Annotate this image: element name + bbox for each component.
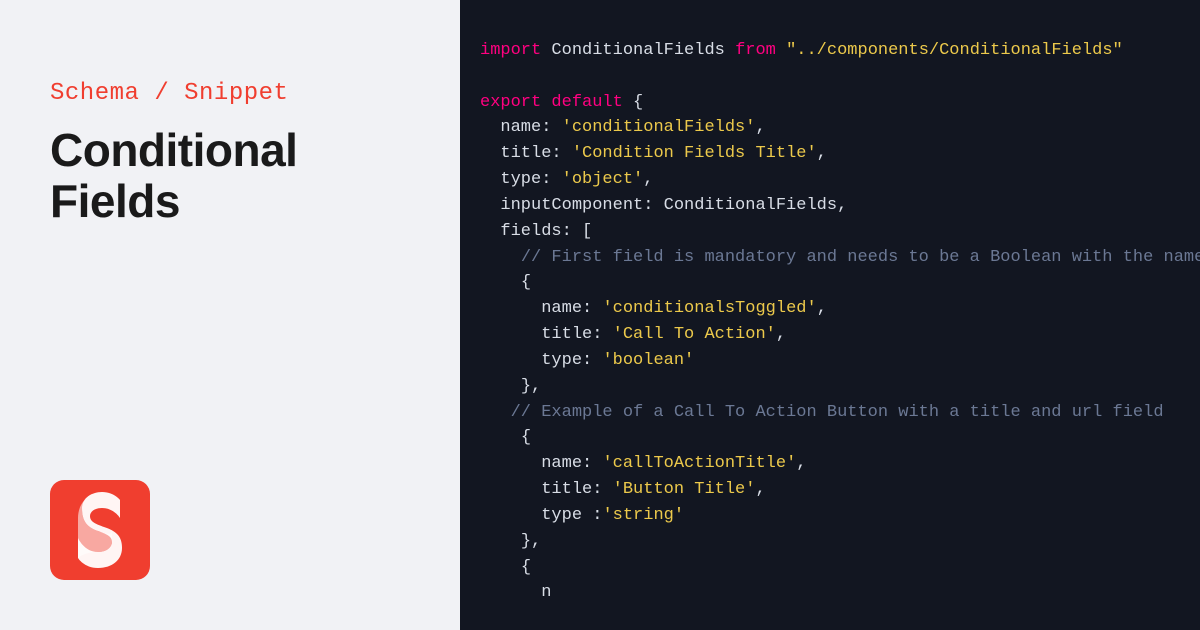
prop-inputcomponent: inputComponent: bbox=[500, 196, 653, 215]
code-panel: import ConditionalFields from "../compon… bbox=[460, 0, 1200, 630]
prop-type: type: bbox=[500, 170, 551, 189]
string-literal: 'Call To Action' bbox=[613, 325, 776, 344]
prop-title: title: bbox=[541, 480, 602, 499]
keyword-export: export bbox=[480, 93, 541, 112]
sanity-s-icon bbox=[70, 490, 130, 570]
prop-fields: fields: bbox=[500, 222, 571, 241]
prop-name: name: bbox=[500, 118, 551, 137]
prop-title: title: bbox=[541, 325, 602, 344]
prop-title: title: bbox=[500, 144, 561, 163]
prop-type: type : bbox=[541, 506, 602, 525]
string-literal: 'conditionalFields' bbox=[562, 118, 756, 137]
page-title: Conditional Fields bbox=[50, 125, 410, 226]
brace: { bbox=[633, 93, 643, 112]
prop-partial: n bbox=[541, 583, 551, 602]
prop-type: type: bbox=[541, 351, 592, 370]
string-literal: 'object' bbox=[562, 170, 644, 189]
sidebar-panel: Schema / Snippet Conditional Fields bbox=[0, 0, 460, 630]
keyword-default: default bbox=[551, 93, 622, 112]
identifier: ConditionalFields bbox=[551, 41, 724, 60]
comment: // Example of a Call To Action Button wi… bbox=[511, 403, 1164, 422]
prop-name: name: bbox=[541, 299, 592, 318]
breadcrumb: Schema / Snippet bbox=[50, 80, 410, 107]
comment: // First field is mandatory and needs to… bbox=[521, 248, 1200, 267]
prop-name: name: bbox=[541, 454, 592, 473]
keyword-from: from bbox=[735, 41, 776, 60]
sanity-logo bbox=[50, 480, 150, 580]
string-literal: 'callToActionTitle' bbox=[602, 454, 796, 473]
string-literal: 'Condition Fields Title' bbox=[572, 144, 817, 163]
string-literal: 'boolean' bbox=[602, 351, 694, 370]
string-literal: 'conditionalsToggled' bbox=[602, 299, 816, 318]
identifier: ConditionalFields bbox=[664, 196, 837, 215]
string-literal: 'string' bbox=[602, 506, 684, 525]
keyword-import: import bbox=[480, 41, 541, 60]
string-literal: 'Button Title' bbox=[613, 480, 756, 499]
string-literal: "../components/ConditionalFields" bbox=[786, 41, 1123, 60]
